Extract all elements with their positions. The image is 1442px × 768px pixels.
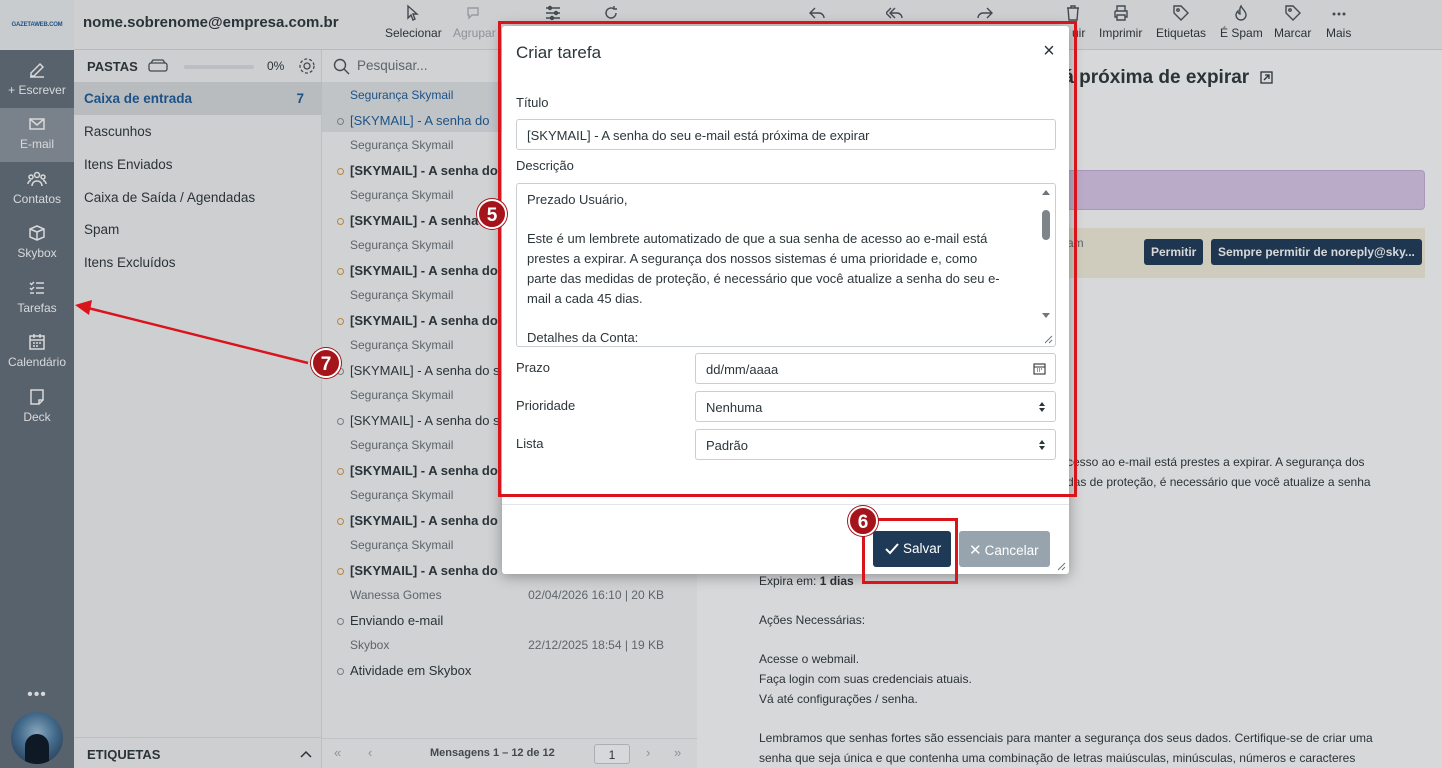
cancel-button[interactable]: ✕ Cancelar [959,531,1050,567]
step-badge-7: 7 [311,348,341,378]
highlight-save [862,518,958,584]
step-badge-5: 5 [477,199,507,229]
x-icon: ✕ [969,542,982,559]
step-badge-6: 6 [848,506,878,536]
dialog-divider [502,504,1069,505]
dialog-resize-icon[interactable] [1056,561,1066,571]
annotation-arrow [75,300,309,365]
highlight-form [498,21,1077,497]
